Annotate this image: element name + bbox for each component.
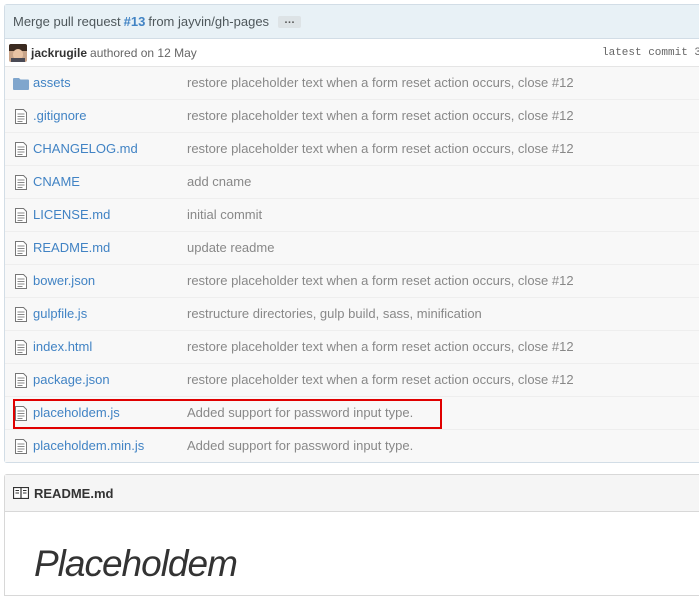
commit-message-link[interactable]: restore placeholder text when a form res… <box>187 372 574 387</box>
file-name-link[interactable]: placeholdem.js <box>33 405 120 420</box>
file-name-link[interactable]: bower.json <box>33 273 95 288</box>
commit-message-link[interactable]: initial commit <box>187 207 262 222</box>
file-name-link[interactable]: index.html <box>33 339 92 354</box>
commit-message-link[interactable]: restore placeholder text when a form res… <box>187 339 574 354</box>
file-row: CNAME add cname <box>5 166 699 199</box>
readme-title: Placeholdem <box>34 543 238 584</box>
file-name-link[interactable]: CNAME <box>33 174 80 189</box>
file-row: index.html restore placeholder text when … <box>5 331 699 364</box>
file-row: placeholdem.js Added support for password… <box>5 397 699 430</box>
file-row: assets restore placeholder text when a fo… <box>5 67 699 100</box>
file-row: CHANGELOG.md restore placeholder text whe… <box>5 133 699 166</box>
readme-filename: README.md <box>34 485 114 501</box>
file-name-link[interactable]: package.json <box>33 372 110 387</box>
file-name-link[interactable]: CHANGELOG.md <box>33 141 138 156</box>
file-icon <box>14 175 28 190</box>
file-icon <box>14 340 28 355</box>
readme-header: README.md <box>5 475 699 512</box>
file-icon <box>14 208 28 223</box>
commit-message-link[interactable]: Added support for password input type. <box>187 405 413 420</box>
file-icon <box>14 274 28 289</box>
file-name-link[interactable]: placeholdem.min.js <box>33 438 144 453</box>
file-icon <box>14 439 28 454</box>
commit-message-link[interactable]: restructure directories, gulp build, sas… <box>187 306 482 321</box>
file-row: package.json restore placeholder text whe… <box>5 364 699 397</box>
commit-message-link[interactable]: restore placeholder text when a form res… <box>187 75 574 90</box>
file-name-link[interactable]: assets <box>33 75 71 90</box>
file-name-link[interactable]: LICENSE.md <box>33 207 110 222</box>
file-row: bower.json restore placeholder text when … <box>5 265 699 298</box>
file-row: placeholdem.min.js Added support for pass… <box>5 430 699 462</box>
commit-title: Merge pull request #13 from jayvin/gh-pa… <box>5 5 699 39</box>
commit-tease: Merge pull request #13 from jayvin/gh-pa… <box>4 4 699 463</box>
file-icon <box>14 241 28 256</box>
commit-author-link[interactable]: jackrugile <box>31 46 87 60</box>
commit-message-link[interactable]: restore placeholder text when a form res… <box>187 273 574 288</box>
commit-message-link[interactable]: add cname <box>187 174 251 189</box>
latest-commit-label[interactable]: latest commit 3 <box>602 47 699 59</box>
commit-message-link[interactable]: update readme <box>187 240 274 255</box>
file-row: README.md update readme <box>5 232 699 265</box>
file-icon <box>14 307 28 322</box>
file-row: gulpfile.js restructure directories, gulp… <box>5 298 699 331</box>
pull-request-link[interactable]: #13 <box>124 14 146 29</box>
file-name-link[interactable]: gulpfile.js <box>33 306 87 321</box>
file-row: .gitignore restore placeholder text when … <box>5 100 699 133</box>
file-icon <box>14 109 28 124</box>
file-name-link[interactable]: .gitignore <box>33 108 86 123</box>
commit-message-link[interactable]: restore placeholder text when a form res… <box>187 108 574 123</box>
readme-panel: README.md Placeholdem <box>4 474 699 596</box>
commit-message-prefix[interactable]: Merge pull request <box>13 14 121 29</box>
expand-commit-button[interactable]: … <box>278 14 302 28</box>
file-list: assets restore placeholder text when a fo… <box>5 67 699 462</box>
avatar[interactable] <box>9 43 27 62</box>
commit-message-link[interactable]: restore placeholder text when a form res… <box>187 141 574 156</box>
commit-message-suffix[interactable]: from jayvin/gh-pages <box>148 14 269 29</box>
authored-date: authored on 12 May <box>90 45 197 60</box>
file-icon <box>14 373 28 388</box>
file-icon <box>14 142 28 157</box>
file-row: LICENSE.md initial commit <box>5 199 699 232</box>
file-name-link[interactable]: README.md <box>33 240 110 255</box>
folder-icon <box>13 77 29 92</box>
commit-message-link[interactable]: Added support for password input type. <box>187 438 413 453</box>
book-icon <box>13 487 29 499</box>
commit-meta: jackrugile authored on 12 May latest com… <box>5 39 699 67</box>
file-icon <box>14 406 28 421</box>
